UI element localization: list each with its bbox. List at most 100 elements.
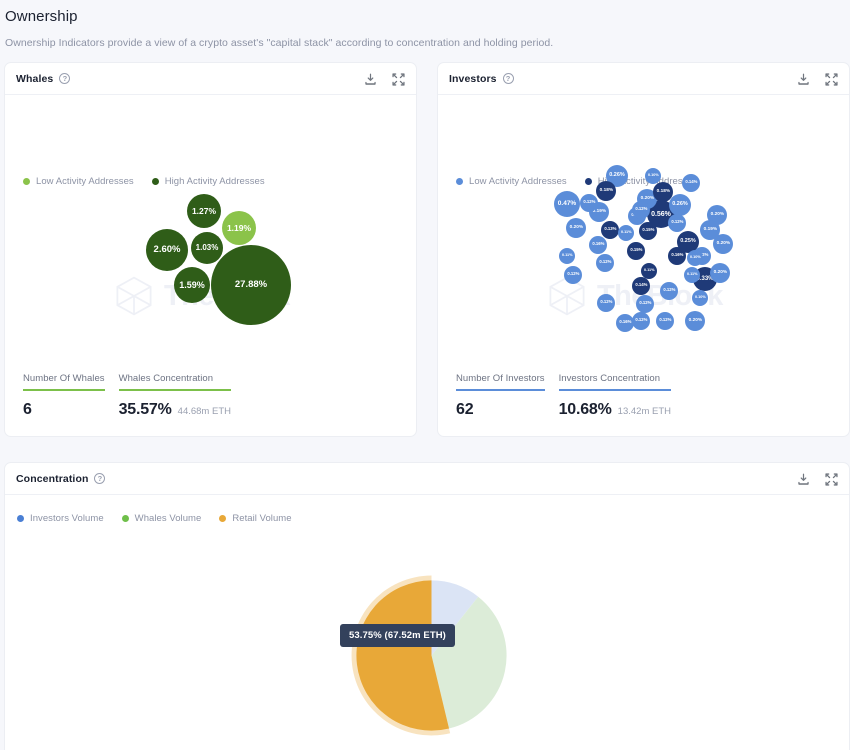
- stat-sub-whales-concentration: 44.68m ETH: [178, 406, 231, 417]
- bubble[interactable]: 2.60%: [146, 229, 188, 271]
- bubble[interactable]: 0.18%: [653, 182, 673, 202]
- bubble-label: 1.03%: [196, 244, 219, 252]
- bubble[interactable]: 0.10%: [692, 290, 708, 306]
- bubble-label: 0.15%: [630, 249, 642, 253]
- bubble-label: 0.26%: [672, 202, 688, 208]
- help-circle-icon[interactable]: ?: [94, 473, 105, 484]
- bubble[interactable]: 0.13%: [601, 221, 619, 239]
- bubble-label: 1.27%: [192, 207, 216, 216]
- bubble[interactable]: 0.19%: [700, 220, 720, 240]
- stat-label-investors-concentration: Investors Concentration: [559, 373, 671, 391]
- legend-item-investors-volume[interactable]: Investors Volume: [17, 513, 104, 524]
- stat-label-whales-concentration: Whales Concentration: [119, 373, 231, 391]
- bubble-label: 0.11%: [621, 231, 632, 235]
- bubble[interactable]: 0.20%: [710, 263, 730, 283]
- bubble[interactable]: 0.20%: [566, 218, 586, 238]
- bubble-label: 1.59%: [179, 281, 205, 290]
- expand-icon[interactable]: [825, 473, 838, 486]
- concentration-legend: Investors Volume Whales Volume Retail Vo…: [17, 513, 292, 524]
- legend-dot-retail-volume: [219, 515, 226, 522]
- investors-card-title: Investors: [449, 73, 497, 85]
- bubble[interactable]: 0.12%: [660, 282, 678, 300]
- stat-investors-concentration: Investors Concentration 10.68% 13.42m ET…: [559, 373, 685, 419]
- bubble[interactable]: 0.26%: [669, 194, 691, 216]
- ownership-page: Ownership Ownership Indicators provide a…: [0, 0, 850, 750]
- pie-svg[interactable]: [334, 558, 529, 750]
- bubble[interactable]: 0.12%: [632, 312, 650, 330]
- bubble-label: 0.16%: [619, 321, 631, 325]
- bubble[interactable]: 0.16%: [589, 236, 607, 254]
- bubble[interactable]: 27.88%: [211, 245, 291, 325]
- bubble-label: 0.12%: [635, 208, 647, 212]
- bubble[interactable]: 0.12%: [656, 312, 674, 330]
- legend-dot-whales-volume: [122, 515, 129, 522]
- bubble[interactable]: 1.19%: [222, 211, 256, 245]
- bubble-label: 0.12%: [600, 301, 612, 305]
- bubble[interactable]: 0.12%: [632, 201, 650, 219]
- bubble[interactable]: 0.11%: [559, 248, 575, 264]
- bubble-label: 0.11%: [644, 269, 655, 273]
- bubble-label: 0.12%: [663, 289, 675, 293]
- bubble[interactable]: 0.18%: [596, 181, 616, 201]
- bubble-label: 0.12%: [671, 221, 683, 225]
- bubble[interactable]: 0.11%: [618, 225, 634, 241]
- bubble[interactable]: 0.20%: [685, 311, 705, 331]
- bubble[interactable]: 0.14%: [632, 277, 650, 295]
- bubble[interactable]: 0.11%: [684, 267, 700, 283]
- bubble-label: 0.10%: [690, 256, 701, 260]
- bubble[interactable]: 0.15%: [627, 242, 645, 260]
- bubble[interactable]: 0.47%: [554, 191, 580, 217]
- bubble[interactable]: 0.15%: [639, 222, 657, 240]
- investors-card: Investors ? Low Activity Addresses: [437, 62, 850, 437]
- bubble[interactable]: 0.16%: [668, 247, 686, 265]
- bubble-label: 0.20%: [713, 271, 726, 276]
- bubble-label: 0.14%: [685, 181, 697, 185]
- bubble[interactable]: 0.14%: [682, 174, 700, 192]
- bubble[interactable]: 0.12%: [596, 254, 614, 272]
- bubble[interactable]: 0.12%: [580, 194, 598, 212]
- legend-label-retail-volume: Retail Volume: [232, 513, 291, 524]
- download-icon[interactable]: [797, 473, 810, 486]
- bubble-label: 0.14%: [635, 284, 647, 288]
- concentration-card-header: Concentration ?: [5, 463, 849, 495]
- bubble-label: 0.20%: [710, 213, 723, 218]
- legend-item-whales-volume[interactable]: Whales Volume: [122, 513, 202, 524]
- bubble-label: 27.88%: [235, 280, 267, 290]
- bubble[interactable]: 0.10%: [645, 168, 661, 184]
- stat-label-number-of-investors: Number Of Investors: [456, 373, 545, 391]
- expand-icon[interactable]: [825, 73, 838, 86]
- bubble-label: 0.20%: [716, 242, 729, 247]
- legend-dot-low-activity: [456, 178, 463, 185]
- download-icon[interactable]: [797, 73, 810, 86]
- bubble-label: 0.11%: [562, 254, 573, 258]
- stat-number-of-investors: Number Of Investors 62: [456, 373, 559, 419]
- stat-sub-investors-concentration: 13.42m ETH: [618, 406, 671, 417]
- whales-bubble-chart: 27.88% 2.60% 1.59% 1.27% 1.19%1.03%: [4, 62, 414, 311]
- bubble-label: 0.12%: [635, 319, 647, 323]
- stat-value-number-of-investors: 62: [456, 401, 473, 419]
- bubble-label: 0.11%: [687, 273, 698, 277]
- bubble[interactable]: 0.12%: [668, 214, 686, 232]
- bubble[interactable]: 1.03%: [191, 232, 223, 264]
- bubble-label: 0.19%: [592, 210, 605, 215]
- bubble[interactable]: 0.12%: [597, 294, 615, 312]
- bubble[interactable]: 0.10%: [687, 250, 703, 266]
- legend-dot-high-activity: [585, 178, 592, 185]
- bubble-label: 0.25%: [680, 239, 696, 245]
- legend-item-retail-volume[interactable]: Retail Volume: [219, 513, 291, 524]
- legend-item-low-activity[interactable]: Low Activity Addresses: [456, 176, 567, 187]
- bubble-label: 0.10%: [695, 296, 706, 300]
- bubble-label: 0.12%: [659, 319, 671, 323]
- bubble[interactable]: 0.12%: [564, 266, 582, 284]
- bubble[interactable]: 0.12%: [636, 295, 654, 313]
- help-circle-icon[interactable]: ?: [503, 73, 514, 84]
- legend-label-whales-volume: Whales Volume: [135, 513, 202, 524]
- bubble[interactable]: 0.11%: [641, 263, 657, 279]
- bubble-label: 0.56%: [651, 211, 671, 218]
- bubble-label: 2.60%: [154, 245, 181, 255]
- pie-tooltip: 53.75% (67.52m ETH): [340, 624, 455, 647]
- bubble-label: 0.12%: [567, 273, 579, 277]
- bubble[interactable]: 1.27%: [187, 194, 221, 228]
- bubble[interactable]: 1.59%: [174, 267, 210, 303]
- bubble-label: 0.10%: [648, 174, 659, 178]
